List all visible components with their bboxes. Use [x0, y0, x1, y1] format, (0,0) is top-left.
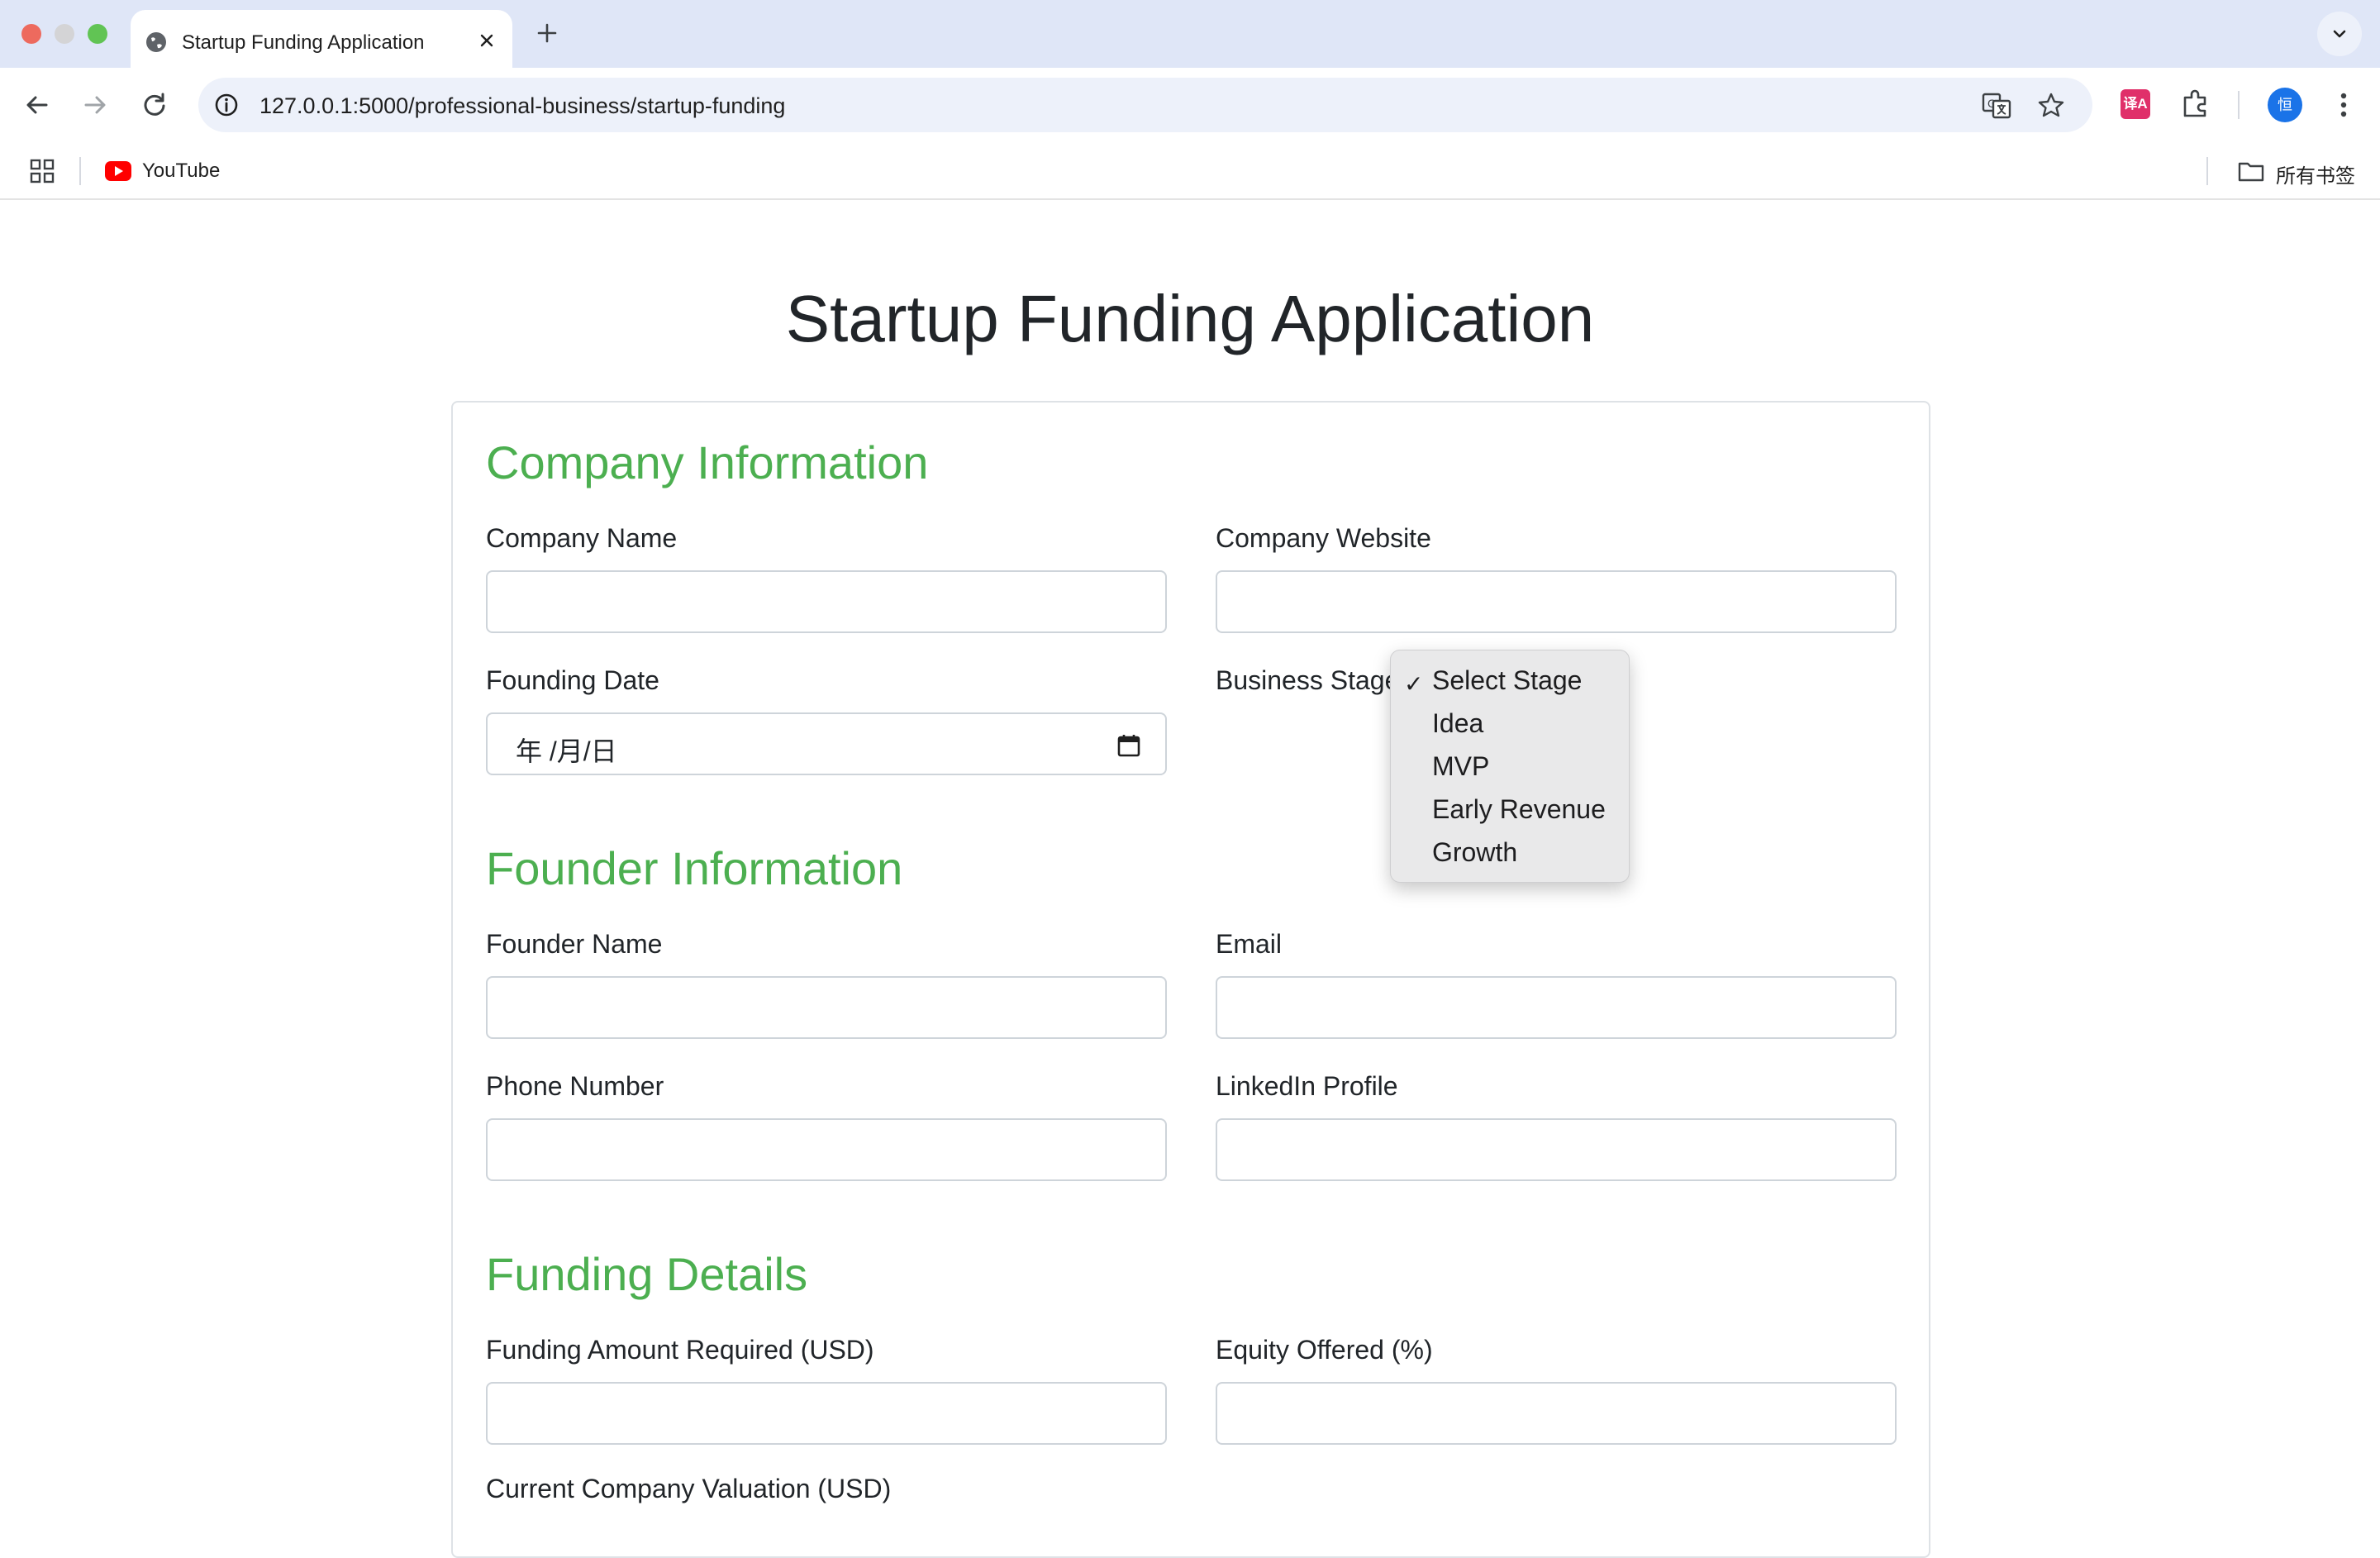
bookmarks-divider — [2206, 157, 2208, 185]
company-website-label: Company Website — [1216, 523, 1431, 553]
bookmarks-bar: YouTube 所有书签 — [0, 142, 2380, 200]
linkedin-input[interactable] — [1216, 1118, 1897, 1181]
active-tab[interactable]: Startup Funding Application — [131, 10, 512, 68]
email-input[interactable] — [1216, 976, 1897, 1039]
section-title-funding: Funding Details — [486, 1248, 808, 1300]
valuation-label: Current Company Valuation (USD) — [486, 1474, 892, 1503]
bookmarks-divider — [79, 157, 81, 185]
section-title-company: Company Information — [486, 436, 929, 488]
funding-amount-label: Funding Amount Required (USD) — [486, 1335, 874, 1365]
phone-number-label: Phone Number — [486, 1071, 664, 1101]
business-stage-label: Business Stage — [1216, 665, 1400, 695]
stage-option[interactable]: Early Revenue — [1432, 794, 1606, 825]
stage-option[interactable]: Growth — [1432, 837, 1517, 868]
tab-search-button[interactable] — [2317, 12, 2362, 56]
equity-offered-input[interactable] — [1216, 1382, 1897, 1445]
checkmark-icon: ✓ — [1404, 671, 1424, 697]
reload-icon[interactable] — [137, 88, 172, 122]
founding-date-label: Founding Date — [486, 665, 659, 695]
address-bar[interactable]: 127.0.0.1:5000/professional-business/sta… — [198, 78, 2092, 132]
section-title-founder: Founder Information — [486, 842, 903, 894]
business-stage-dropdown[interactable]: ✓ Select Stage Idea MVP Early Revenue Gr… — [1390, 650, 1630, 883]
company-website-input[interactable] — [1216, 570, 1897, 633]
globe-icon — [146, 32, 166, 52]
close-tab-icon[interactable] — [474, 28, 499, 53]
translate-icon[interactable]: G — [1980, 89, 2013, 122]
founder-name-label: Founder Name — [486, 929, 663, 959]
apps-grid-icon[interactable] — [28, 157, 56, 185]
all-bookmarks-button[interactable]: 所有书签 — [2276, 160, 2355, 188]
extensions-puzzle-icon[interactable] — [2178, 86, 2213, 121]
company-name-label: Company Name — [486, 523, 678, 553]
funding-amount-input[interactable] — [486, 1382, 1167, 1445]
calendar-icon[interactable] — [1116, 732, 1142, 759]
toolbar-divider — [2238, 91, 2240, 119]
site-info-icon[interactable] — [210, 88, 243, 121]
phone-number-input[interactable] — [486, 1118, 1167, 1181]
profile-avatar[interactable]: 恒 — [2268, 88, 2302, 122]
founding-date-input[interactable]: 年 /月/日 — [486, 712, 1167, 775]
founder-name-input[interactable] — [486, 976, 1167, 1039]
url-text: 127.0.0.1:5000/professional-business/sta… — [259, 93, 786, 118]
stage-option[interactable]: Select Stage — [1432, 665, 1582, 696]
email-label: Email — [1216, 929, 1283, 959]
chevron-down-icon — [2333, 30, 2346, 38]
stage-option[interactable]: MVP — [1432, 751, 1489, 782]
window-close-button[interactable] — [21, 24, 41, 44]
page-title: Startup Funding Application — [785, 282, 1595, 355]
linkedin-label: LinkedIn Profile — [1216, 1071, 1398, 1101]
window-maximize-button[interactable] — [88, 24, 107, 44]
equity-offered-label: Equity Offered (%) — [1216, 1335, 1433, 1365]
more-menu-icon[interactable] — [2327, 88, 2360, 122]
translator-extension-icon[interactable]: 译A — [2121, 89, 2150, 119]
application-form: Company Information Company Name Company… — [451, 401, 1930, 1558]
bookmark-star-icon[interactable] — [2035, 89, 2068, 122]
back-arrow-icon[interactable] — [20, 88, 55, 122]
folder-icon — [2238, 162, 2264, 182]
date-placeholder: 年 /月/日 — [516, 736, 617, 766]
browser-toolbar: 127.0.0.1:5000/professional-business/sta… — [0, 68, 2380, 142]
bookmark-youtube[interactable]: YouTube — [142, 160, 220, 183]
window-minimize-button[interactable] — [55, 24, 74, 44]
tab-strip: Startup Funding Application — [0, 0, 2380, 68]
youtube-icon — [105, 161, 131, 181]
forward-arrow-icon[interactable] — [78, 88, 112, 122]
company-name-input[interactable] — [486, 570, 1167, 633]
tab-title: Startup Funding Application — [182, 31, 425, 54]
new-tab-icon[interactable] — [532, 18, 562, 48]
stage-option[interactable]: Idea — [1432, 708, 1483, 739]
